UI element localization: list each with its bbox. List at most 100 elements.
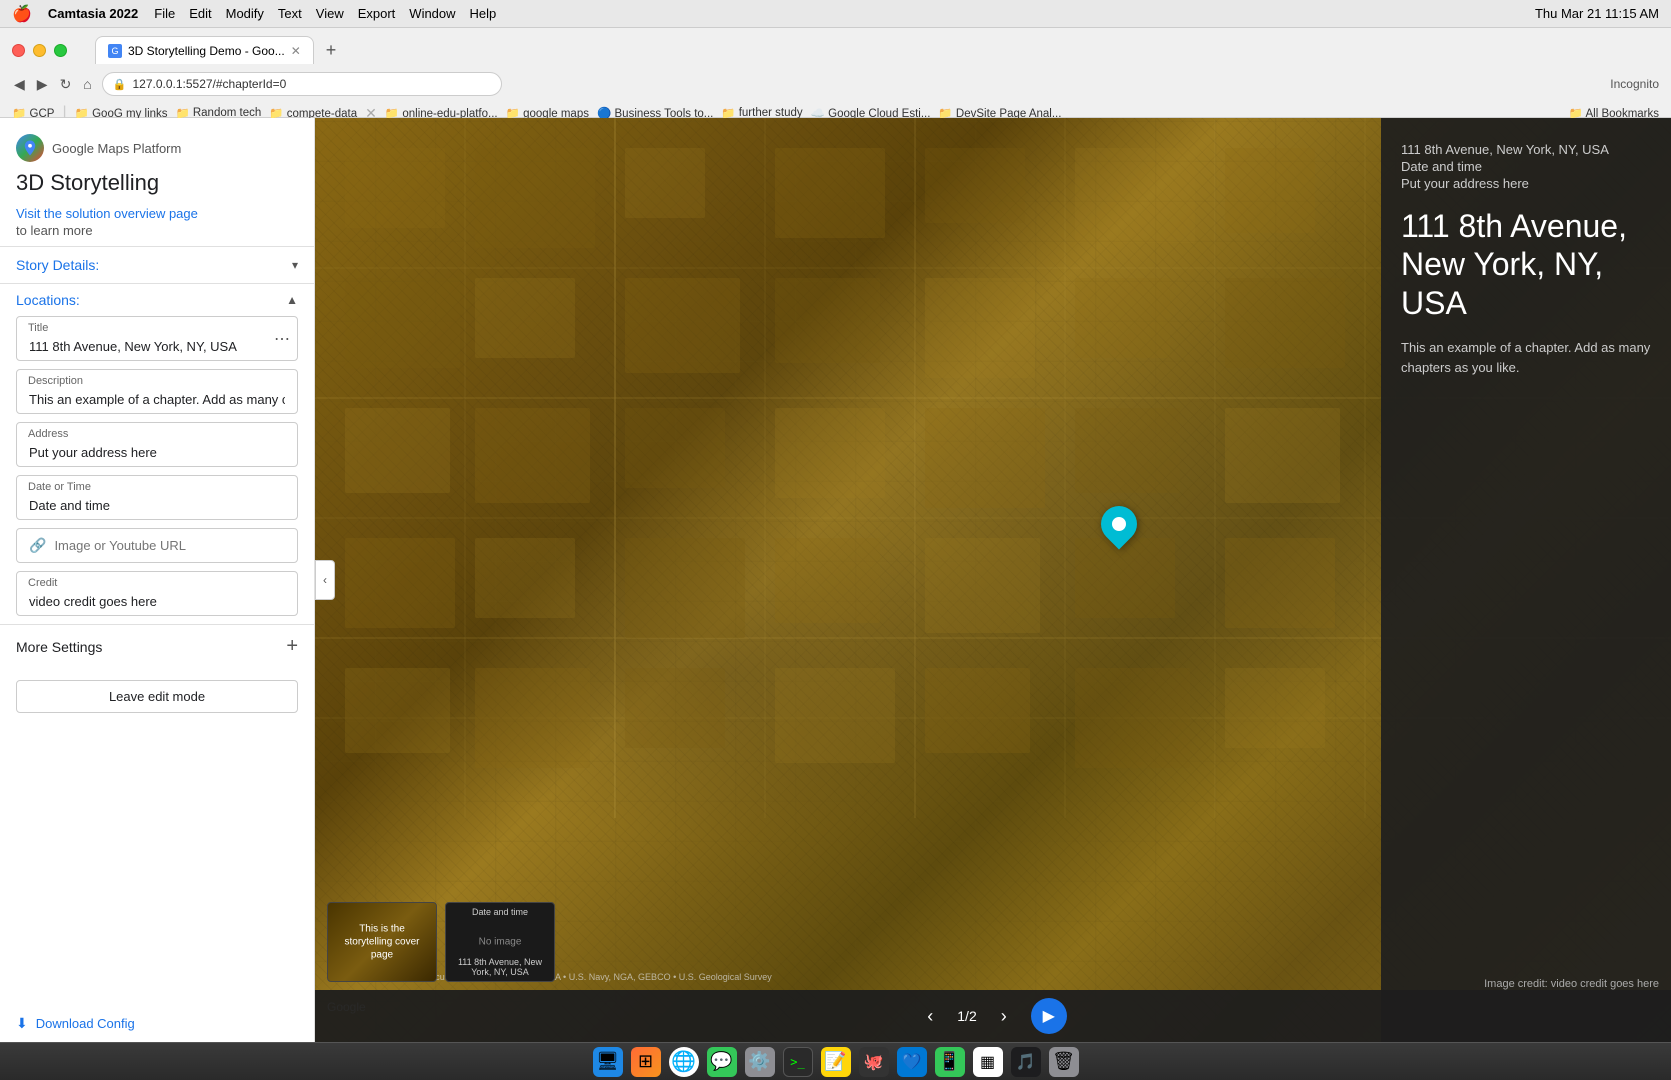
lock-icon: 🔒 [113,78,127,91]
title-options-button[interactable]: ⋯ [274,329,290,349]
dock-phone[interactable]: 📱 [935,1047,965,1077]
minimize-window-btn[interactable] [33,44,46,57]
address-field: Address [16,422,298,467]
forward-button[interactable]: ▶ [35,74,50,95]
locations-label: Locations: [16,292,80,308]
app-name: Camtasia 2022 [48,6,138,21]
download-config-button[interactable]: ⬇ Download Config [0,1005,314,1042]
browser-traffic-lights: G 3D Storytelling Demo - Goo... ✕ + [0,28,1671,68]
credit-label: Credit [28,577,57,589]
google-maps-badge: Google Maps Platform [16,134,298,162]
edit-menu[interactable]: Edit [189,6,211,21]
tab-close-icon[interactable]: ✕ [291,44,301,58]
datetime-field: Date or Time [16,475,298,520]
nav-controls: ‹ 1/2 › ▶ [315,990,1671,1042]
chapter-thumb-1[interactable]: Date and time No image 111 8th Avenue, N… [445,902,555,982]
tab-title: 3D Storytelling Demo - Goo... [128,44,285,58]
apple-menu[interactable]: 🍎 [12,4,32,24]
panel-header: Google Maps Platform 3D Storytelling Vis… [0,118,314,246]
modify-menu[interactable]: Modify [226,6,264,21]
leave-edit-button[interactable]: Leave edit mode [16,680,298,713]
info-title: 111 8th Avenue, New York, NY, USA [1401,207,1651,322]
address-input[interactable] [16,422,298,467]
thumb-address: 111 8th Avenue, New York, NY, USA [446,957,554,977]
dock-launchpad[interactable]: ⊞ [631,1047,661,1077]
text-menu[interactable]: Text [278,6,302,21]
maximize-window-btn[interactable] [54,44,67,57]
title-field: Title ⋯ [16,316,298,361]
app-title: 3D Storytelling [16,170,298,196]
story-details-section[interactable]: Story Details: ▾ [0,246,314,283]
dock-messages[interactable]: 💬 [707,1047,737,1077]
map-area[interactable]: ‹ Google Google • Landsat / Copernicus •… [315,118,1671,1042]
back-button[interactable]: ◀ [12,74,27,95]
more-settings-plus[interactable]: + [286,635,298,658]
dock-notes[interactable]: 📝 [821,1047,851,1077]
dock-terminal[interactable]: >_ [783,1047,813,1077]
location-form: Title ⋯ Description Address Date or Time [0,316,314,624]
more-settings-row[interactable]: More Settings + [0,624,314,668]
dock-qr[interactable]: ▦ [973,1047,1003,1077]
dock-vscode[interactable]: 💙 [897,1047,927,1077]
file-menu[interactable]: File [154,6,175,21]
tab-favicon: G [108,44,122,58]
url-bar[interactable]: 🔒 127.0.0.1:5527/#chapterId=0 [102,72,502,96]
info-address-small: 111 8th Avenue, New York, NY, USA [1401,142,1651,157]
credit-input[interactable] [16,571,298,616]
dock: 🖥 ⊞ 🌐 💬 ⚙️ >_ 📝 🐙 💙 📱 ▦ 🎵 🗑 [0,1042,1671,1080]
chapter-thumb-cover[interactable]: This is the storytelling cover page [327,902,437,982]
reload-button[interactable]: ↻ [58,74,74,95]
story-details-chevron: ▾ [292,258,298,272]
link-icon: 🔗 [29,537,46,554]
locations-section[interactable]: Locations: ▲ [0,283,314,316]
new-tab-button[interactable]: + [322,40,341,61]
dock-finder[interactable]: 🖥 [593,1047,623,1077]
locations-chevron: ▲ [286,293,298,307]
datetime-input[interactable] [16,475,298,520]
credit-field: Credit [16,571,298,616]
panel-collapse-button[interactable]: ‹ [315,560,335,600]
more-settings-label: More Settings [16,639,102,655]
info-datetime: Date and time [1401,159,1651,174]
url-input[interactable] [54,538,285,553]
incognito-label: Incognito [1610,77,1659,91]
title-input[interactable] [16,316,298,361]
home-button[interactable]: ⌂ [81,74,93,94]
nav-next-button[interactable]: › [993,1002,1015,1031]
maps-logo [16,134,44,162]
info-description: This an example of a chapter. Add as man… [1401,338,1651,377]
close-window-btn[interactable] [12,44,25,57]
address-bar-row: ◀ ▶ ↻ ⌂ 🔒 127.0.0.1:5527/#chapterId=0 In… [0,68,1671,100]
story-details-label: Story Details: [16,257,99,273]
nav-play-button[interactable]: ▶ [1031,998,1067,1034]
cover-text: This is the storytelling cover page [337,923,427,962]
browser-tab-active[interactable]: G 3D Storytelling Demo - Goo... ✕ [95,36,314,64]
mac-menubar: 🍎 Camtasia 2022 File Edit Modify Text Vi… [0,0,1671,28]
left-panel: Google Maps Platform 3D Storytelling Vis… [0,118,315,1042]
info-panel: 111 8th Avenue, New York, NY, USA Date a… [1381,118,1671,1042]
url-text: 127.0.0.1:5527/#chapterId=0 [132,77,286,91]
dock-music[interactable]: 🎵 [1011,1047,1041,1077]
visit-solution-link[interactable]: Visit the solution overview page [16,206,298,221]
thumb-no-image: No image [479,937,522,948]
description-input[interactable] [16,369,298,414]
help-menu[interactable]: Help [470,6,497,21]
url-field: 🔗 [16,528,298,563]
view-menu[interactable]: View [316,6,344,21]
thumb-date-label: Date and time [446,907,554,917]
menu-items: File Edit Modify Text View Export Window… [154,6,496,21]
dock-settings[interactable]: ⚙️ [745,1047,775,1077]
main-area: Google Maps Platform 3D Storytelling Vis… [0,118,1671,1042]
dock-trash[interactable]: 🗑 [1049,1047,1079,1077]
dock-chrome[interactable]: 🌐 [669,1047,699,1077]
nav-prev-button[interactable]: ‹ [919,1002,941,1031]
info-image-credit: Image credit: video credit goes here [1484,978,1659,990]
window-menu[interactable]: Window [409,6,455,21]
export-menu[interactable]: Export [358,6,396,21]
menubar-right: Thu Mar 21 11:15 AM [1535,6,1659,21]
download-config-label: Download Config [36,1016,135,1031]
dock-github[interactable]: 🐙 [859,1047,889,1077]
chapter-thumbnails: This is the storytelling cover page Date… [327,902,555,982]
description-field: Description [16,369,298,414]
maps-platform-text: Google Maps Platform [52,141,181,156]
